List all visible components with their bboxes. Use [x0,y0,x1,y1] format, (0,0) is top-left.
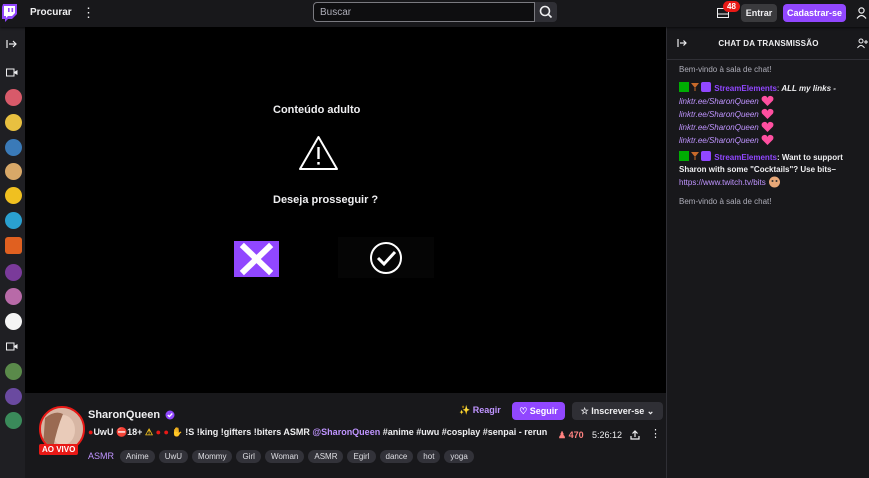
search-button[interactable] [535,2,557,22]
recommended-channels-camera-icon [6,68,18,77]
decline-button[interactable] [234,241,279,277]
heart-icon: ♡ [519,406,528,416]
signup-button[interactable]: Cadastrar-se [783,4,846,22]
tag[interactable]: Anime [120,450,155,463]
chat-panel: CHAT DA TRANSMISSÃO Bem-vindo à sala de … [666,27,869,478]
top-nav-bar: Procurar ⋮ Buscar 48 Entrar Cadastrar-se [0,0,869,27]
viewer-count: ♟ 470 [558,430,584,440]
channel-name[interactable]: SharonQueen [88,409,160,421]
heart-emote-icon [761,108,774,119]
channel-info-bar: AO VIVO SharonQueen ●UwU ⛔18+ ⚠ ● ● ✋ !S… [25,393,666,478]
chat-header: CHAT DA TRANSMISSÃO [667,27,869,60]
browse-link[interactable]: Procurar [30,7,72,18]
share-icon[interactable] [630,430,640,440]
tag[interactable]: yoga [444,450,474,463]
tag[interactable]: Egirl [347,450,376,463]
emoji-icons: ● [155,427,161,437]
chat-link[interactable]: https://www.twitch.tv/bits [679,178,766,187]
chat-username[interactable]: StreamElements [714,84,777,93]
verified-bot-badge-icon [701,82,711,92]
search-input[interactable]: Buscar [313,2,535,22]
chat-message-text: ALL my links - [781,84,836,93]
notifications-badge: 48 [723,1,740,12]
waving-hand-icon: ✋ [171,427,183,437]
channel-avatar[interactable] [5,139,22,156]
title-mention[interactable]: @SharonQueen [312,427,380,437]
channel-avatar[interactable] [5,114,22,131]
cocktail-badge-icon [691,83,699,91]
more-options-icon[interactable]: ⋮ [82,5,95,21]
react-button[interactable]: ✨ Reagir [459,405,501,416]
checkmark-icon [370,242,402,274]
tag[interactable]: Woman [264,450,305,463]
channel-avatar[interactable] [5,363,22,380]
stream-title: ●UwU ⛔18+ ⚠ ● ● ✋ !S !king !gifters !bit… [88,427,548,437]
channel-avatar[interactable] [5,388,22,405]
chat-link[interactable]: linktr.ee/SharonQueen [679,123,759,132]
accept-button[interactable] [338,237,434,278]
category-link[interactable]: ASMR [88,451,114,461]
cocktail-emote-icon [768,176,780,188]
red-circle-icon: ● [163,427,169,437]
verified-bot-badge-icon [701,151,711,161]
chevron-down-icon: ⌄ [646,406,655,416]
heart-emote-icon [761,121,774,132]
tag[interactable]: hot [417,450,441,463]
chat-username[interactable]: StreamElements [714,153,777,162]
mature-content-title: Conteúdo adulto [273,104,361,116]
channel-avatar[interactable] [5,288,22,305]
heart-emote-icon [761,134,774,145]
tag[interactable]: ASMR [308,450,344,463]
chat-message: StreamElements: ALL my links - linktr.ee… [679,82,836,145]
channel-avatar[interactable] [5,412,22,429]
chat-link[interactable]: linktr.ee/SharonQueen [679,136,759,145]
followed-channels-sidebar [0,27,25,478]
chat-link[interactable]: linktr.ee/SharonQueen [679,110,759,119]
verified-icon [165,410,175,420]
chat-welcome-message: Bem-vindo à sala de chat! [679,197,772,206]
twitch-logo-icon[interactable] [1,3,19,23]
login-button[interactable]: Entrar [741,4,777,22]
tag-list: Anime UwU Mommy Girl Woman ASMR Egirl da… [120,450,474,463]
channel-avatar[interactable] [5,313,22,330]
warning-icon [299,136,338,170]
recommended-channels-camera-icon [6,342,18,351]
chat-message: StreamElements: Want to support Sharon w… [679,151,843,188]
moderator-badge-icon [679,151,689,161]
subscribe-button[interactable]: ☆ Inscrever-se ⌄ [572,402,663,420]
moderator-badge-icon [679,82,689,92]
channel-avatar[interactable] [5,163,22,180]
star-icon: ☆ [580,406,589,416]
channel-avatar[interactable] [5,187,22,204]
cocktail-badge-icon [691,152,699,160]
tag[interactable]: Girl [236,450,261,463]
tag[interactable]: UwU [158,450,189,463]
channel-avatar[interactable] [5,264,22,281]
chat-link[interactable]: linktr.ee/SharonQueen [679,97,759,106]
channel-avatar[interactable] [5,89,22,106]
viewers-icon: ♟ [558,430,567,440]
warning-emoji-icon: ⚠ [144,427,154,437]
channel-avatar[interactable] [5,212,22,229]
chat-welcome-message: Bem-vindo à sala de chat! [679,65,772,74]
heart-emote-icon [761,95,774,106]
user-menu-icon[interactable] [856,7,867,19]
mature-content-question: Deseja prosseguir ? [273,194,379,206]
close-icon [239,242,274,276]
search-icon [539,5,553,19]
channel-avatar[interactable] [5,237,22,254]
react-icon: ✨ [459,405,471,415]
chat-title: CHAT DA TRANSMISSÃO [718,39,819,48]
stream-uptime: 5:26:12 [592,430,623,440]
community-icon[interactable] [857,38,868,49]
tag[interactable]: Mommy [192,450,233,463]
expand-sidebar-icon[interactable] [6,39,18,49]
no-entry-icon: ⛔ [115,427,128,437]
tag[interactable]: dance [379,450,414,463]
follow-button[interactable]: ♡ Seguir [512,402,565,420]
video-player[interactable] [25,27,666,393]
more-options-icon[interactable]: ⋮ [650,427,661,440]
live-badge: AO VIVO [39,444,79,455]
